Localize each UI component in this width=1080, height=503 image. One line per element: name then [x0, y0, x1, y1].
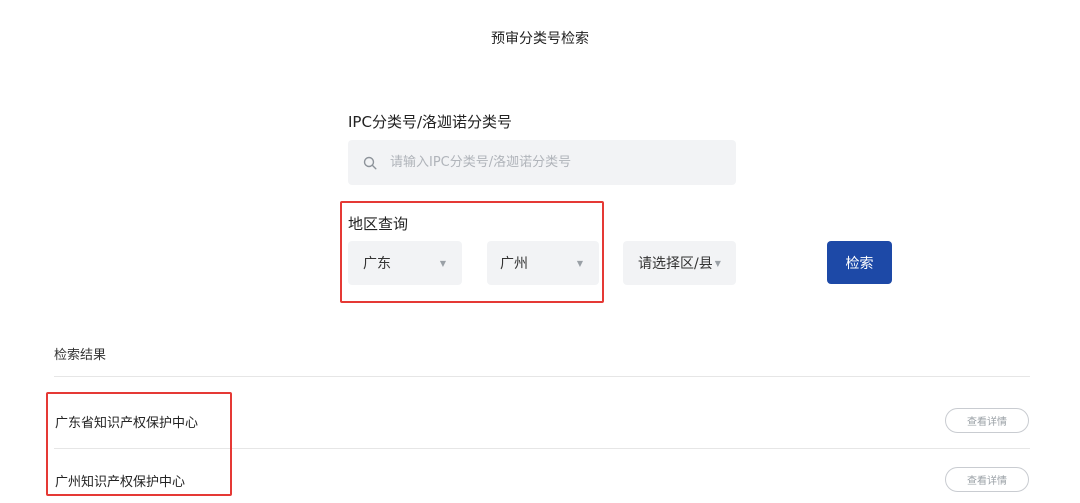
- results-title: 检索结果: [54, 348, 107, 363]
- region-query-label: 地区查询: [348, 215, 409, 233]
- search-button[interactable]: 检索: [827, 241, 892, 284]
- results-highlight-box: [46, 392, 232, 496]
- province-select[interactable]: 广东 ▼: [348, 241, 462, 285]
- chevron-down-icon: ▼: [714, 258, 721, 268]
- results-divider: [54, 376, 1030, 377]
- view-details-button[interactable]: 查看详情: [945, 467, 1029, 492]
- view-details-button[interactable]: 查看详情: [945, 408, 1029, 433]
- page-title: 预审分类号检索: [491, 31, 589, 47]
- chevron-down-icon: ▼: [439, 258, 446, 268]
- chevron-down-icon: ▼: [576, 258, 583, 268]
- search-icon: [362, 155, 378, 171]
- ipc-search-box[interactable]: [348, 140, 736, 185]
- ipc-label: IPC分类号/洛迦诺分类号: [348, 113, 512, 131]
- city-value: 广州: [500, 256, 528, 272]
- district-value: 请选择区/县: [638, 256, 713, 272]
- province-value: 广东: [363, 256, 391, 272]
- ipc-search-input[interactable]: [388, 154, 712, 171]
- city-select[interactable]: 广州 ▼: [487, 241, 599, 285]
- district-select[interactable]: 请选择区/县 ▼: [623, 241, 736, 285]
